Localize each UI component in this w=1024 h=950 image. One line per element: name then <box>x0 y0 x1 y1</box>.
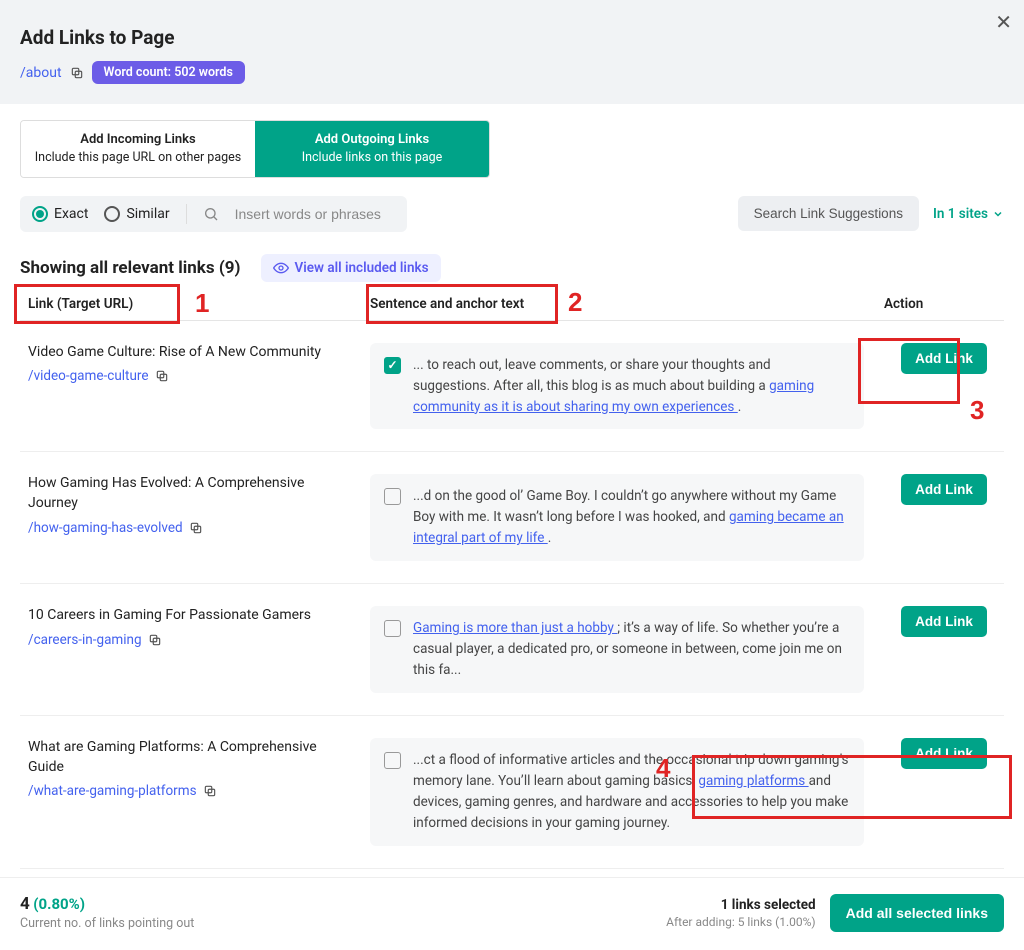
col-header-sentence: Sentence and anchor text <box>370 296 884 312</box>
header-bar: ✕ Add Links to Page /about Word count: 5… <box>0 0 1024 104</box>
link-direction-tabs: Add Incoming Links Include this page URL… <box>20 120 490 178</box>
copy-icon[interactable] <box>189 521 203 535</box>
add-all-selected-button[interactable]: Add all selected links <box>830 894 1004 932</box>
close-icon[interactable]: ✕ <box>995 10 1012 34</box>
link-url[interactable]: /how-gaming-has-evolved <box>28 520 203 536</box>
match-mode-similar-label: Similar <box>126 206 169 222</box>
tab-incoming-sub: Include this page URL on other pages <box>31 149 245 167</box>
search-input[interactable] <box>235 206 395 222</box>
copy-icon[interactable] <box>203 784 217 798</box>
after-adding-summary: After adding: 5 links (1.00%) <box>666 915 815 929</box>
row-checkbox[interactable] <box>384 488 401 505</box>
radio-off-icon <box>104 206 120 222</box>
tab-outgoing-title: Add Outgoing Links <box>265 131 479 149</box>
tab-outgoing-sub: Include links on this page <box>265 149 479 167</box>
chevron-down-icon <box>992 208 1004 220</box>
match-mode-and-search: Exact Similar <box>20 196 407 232</box>
table-row: How Gaming Has Evolved: A Comprehensive … <box>20 452 1004 584</box>
add-link-button[interactable]: Add Link <box>901 474 987 505</box>
link-url-text: /video-game-culture <box>28 368 149 384</box>
link-url[interactable]: /careers-in-gaming <box>28 632 162 648</box>
outgoing-subtitle: Current no. of links pointing out <box>20 916 194 931</box>
anchor-text[interactable]: gaming platforms <box>698 773 808 789</box>
table-row: Video Game Culture: Rise of A New Commun… <box>20 321 1004 453</box>
row-checkbox[interactable] <box>384 752 401 769</box>
table-row: What are Gaming Platforms: A Comprehensi… <box>20 716 1004 869</box>
sites-selector[interactable]: In 1 sites <box>933 206 1004 222</box>
search-link-suggestions-button[interactable]: Search Link Suggestions <box>738 196 919 231</box>
page-path-link[interactable]: /about <box>20 65 62 81</box>
radio-on-icon <box>32 206 48 222</box>
link-url[interactable]: /video-game-culture <box>28 368 169 384</box>
footer-bar: 4 (0.80%) Current no. of links pointing … <box>0 877 1024 950</box>
divider <box>186 204 187 224</box>
link-title: What are Gaming Platforms: A Comprehensi… <box>28 738 350 777</box>
copy-icon[interactable] <box>70 66 84 80</box>
sentence-text: Gaming is more than just a hobby ; it’s … <box>413 618 850 681</box>
copy-icon[interactable] <box>148 633 162 647</box>
view-all-included-links[interactable]: View all included links <box>261 254 441 282</box>
word-count-badge: Word count: 502 words <box>92 61 245 84</box>
row-checkbox[interactable] <box>384 620 401 637</box>
tab-incoming-links[interactable]: Add Incoming Links Include this page URL… <box>21 121 255 177</box>
copy-icon[interactable] <box>155 369 169 383</box>
col-header-action: Action <box>884 296 1004 312</box>
match-mode-similar[interactable]: Similar <box>104 206 169 222</box>
add-link-button[interactable]: Add Link <box>901 738 987 769</box>
link-url-text: /careers-in-gaming <box>28 632 142 648</box>
anchor-text[interactable]: gaming became an integral part of my lif… <box>413 509 844 546</box>
link-title: How Gaming Has Evolved: A Comprehensive … <box>28 474 350 513</box>
sentence-text: ...d on the good ol’ Game Boy. I couldn’… <box>413 486 850 549</box>
outgoing-pct: (0.80%) <box>33 895 85 913</box>
col-header-link: Link (Target URL) <box>20 296 370 312</box>
column-headers: Link (Target URL) Sentence and anchor te… <box>20 296 1004 321</box>
eye-icon <box>273 260 289 276</box>
add-link-button[interactable]: Add Link <box>901 343 987 374</box>
link-title: Video Game Culture: Rise of A New Commun… <box>28 343 350 363</box>
link-url-text: /how-gaming-has-evolved <box>28 520 183 536</box>
sites-selector-label: In 1 sites <box>933 206 988 222</box>
link-url-text: /what-are-gaming-platforms <box>28 783 197 799</box>
sentence-cell: ... to reach out, leave comments, or sha… <box>370 343 864 430</box>
match-mode-exact[interactable]: Exact <box>32 206 88 222</box>
sentence-cell: ...ct a flood of informative articles an… <box>370 738 864 846</box>
selected-links-count: 1 links selected <box>666 897 815 913</box>
match-mode-exact-label: Exact <box>54 206 88 222</box>
anchor-text[interactable]: gaming community as it is about sharing … <box>413 378 814 415</box>
search-icon <box>203 206 219 222</box>
outgoing-count: 4 <box>20 894 30 914</box>
tab-outgoing-links[interactable]: Add Outgoing Links Include links on this… <box>255 121 489 177</box>
sentence-cell: Gaming is more than just a hobby ; it’s … <box>370 606 864 693</box>
sentence-text: ... to reach out, leave comments, or sha… <box>413 355 850 418</box>
table-row: 10 Careers in Gaming For Passionate Game… <box>20 584 1004 716</box>
add-link-button[interactable]: Add Link <box>901 606 987 637</box>
sentence-text: ...ct a flood of informative articles an… <box>413 750 850 834</box>
view-all-label: View all included links <box>295 260 429 276</box>
link-title: 10 Careers in Gaming For Passionate Game… <box>28 606 350 626</box>
anchor-text[interactable]: Gaming is more than just a hobby <box>413 620 617 636</box>
results-heading: Showing all relevant links (9) <box>20 258 241 278</box>
row-checkbox[interactable] <box>384 357 401 374</box>
page-title: Add Links to Page <box>20 26 1004 49</box>
link-url[interactable]: /what-are-gaming-platforms <box>28 783 217 799</box>
sentence-cell: ...d on the good ol’ Game Boy. I couldn’… <box>370 474 864 561</box>
tab-incoming-title: Add Incoming Links <box>31 131 245 149</box>
